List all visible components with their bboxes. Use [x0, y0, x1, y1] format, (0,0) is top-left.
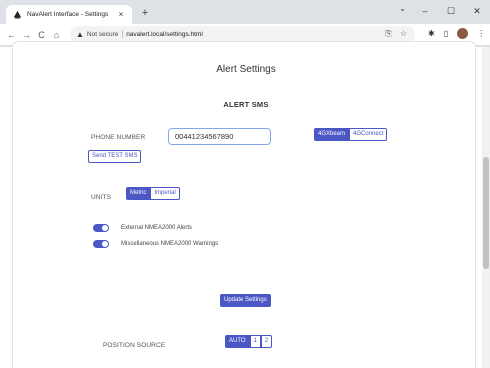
browser-tab[interactable]: NavAlert Interface - Settings × [6, 5, 132, 24]
section-title: ALERT SMS [223, 100, 269, 109]
tab-search-icon[interactable]: ⌄ [399, 4, 406, 13]
misc-warnings-toggle[interactable] [93, 240, 109, 248]
side-panel-icon[interactable]: ▯ [444, 29, 448, 38]
network-selector: 4GXbeam 4GConnect [314, 128, 388, 141]
units-option-metric[interactable]: Metric [126, 187, 151, 200]
tab-strip: NavAlert Interface - Settings × + ⌄ – ☐ … [0, 0, 490, 24]
units-label: UNITS [91, 194, 111, 201]
page-viewport: Alert Settings ALERT SMS PHONE NUMBER 4G… [0, 41, 490, 368]
back-button[interactable]: ← [4, 30, 19, 40]
address-divider: | [121, 31, 124, 38]
network-option-4gxbeam[interactable]: 4GXbeam [314, 128, 350, 141]
share-icon[interactable]: ⎘ [385, 29, 391, 39]
tab-title: NavAlert Interface - Settings [27, 11, 109, 18]
new-tab-button[interactable]: + [138, 6, 152, 20]
toggle-knob [102, 225, 108, 231]
send-test-sms-button[interactable]: Send TEST SMS [88, 150, 142, 163]
phone-number-label: PHONE NUMBER [91, 134, 146, 141]
units-selector: Metric Imperial [126, 187, 180, 200]
toggle-knob [102, 241, 108, 247]
position-source-selector: AUTO 1 2 [225, 335, 273, 348]
tab-close-icon[interactable]: × [116, 10, 126, 19]
bookmark-star-icon[interactable]: ☆ [400, 29, 407, 39]
close-window-button[interactable]: ✕ [464, 0, 490, 22]
page-scrollbar[interactable] [482, 47, 490, 368]
position-source-label: POSITION SOURCE [103, 342, 166, 349]
forward-button[interactable]: → [19, 30, 34, 40]
profile-avatar[interactable] [457, 28, 469, 39]
scrollbar-thumb[interactable] [483, 157, 489, 269]
home-button[interactable]: ⌂ [49, 30, 64, 40]
units-option-imperial[interactable]: Imperial [150, 187, 180, 200]
misc-warnings-label: Miscellaneous NMEA2000 Warnings [121, 241, 219, 247]
minimize-button[interactable]: – [412, 0, 438, 22]
url-text[interactable]: navalert.local/settings.html [126, 31, 203, 38]
warning-icon[interactable]: ▲ [76, 30, 84, 39]
external-alerts-toggle[interactable] [93, 224, 109, 232]
network-option-4gconnect[interactable]: 4GConnect [349, 128, 388, 141]
security-label[interactable]: Not secure [87, 31, 118, 38]
toggle-row-misc-warnings: Miscellaneous NMEA2000 Warnings [93, 240, 218, 248]
browser-window: NavAlert Interface - Settings × + ⌄ – ☐ … [0, 0, 490, 368]
toolbar-actions: ✱ ▯ ⋮ [428, 28, 485, 39]
position-option-auto[interactable]: AUTO [225, 335, 250, 348]
position-option-2[interactable]: 2 [260, 335, 273, 348]
maximize-button[interactable]: ☐ [438, 0, 464, 22]
page-title: Alert Settings [216, 64, 276, 75]
window-controls: – ☐ ✕ [412, 0, 490, 22]
update-settings-button[interactable]: Update Settings [220, 294, 271, 307]
settings-card: Alert Settings ALERT SMS PHONE NUMBER 4G… [12, 41, 476, 368]
address-actions: ⎘ ☆ [385, 29, 407, 39]
navalert-favicon-icon [12, 10, 22, 20]
toggle-row-external-alerts: External NMEA2000 Alerts [93, 224, 192, 232]
reload-button[interactable]: C [34, 30, 49, 40]
position-option-1[interactable]: 1 [249, 335, 261, 348]
browser-menu-icon[interactable]: ⋮ [477, 29, 485, 38]
external-alerts-label: External NMEA2000 Alerts [121, 225, 193, 231]
phone-number-input[interactable] [168, 128, 271, 145]
extensions-icon[interactable]: ✱ [428, 29, 435, 38]
